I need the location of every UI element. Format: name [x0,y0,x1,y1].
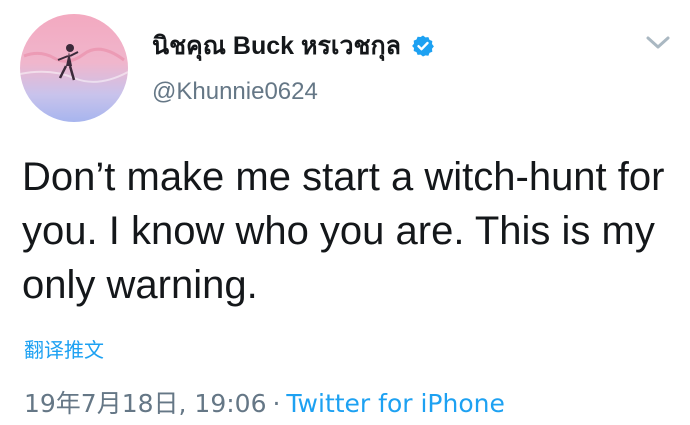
tweet-text: Don’t make me start a witch-hunt for you… [22,155,665,307]
author-header[interactable]: นิชคุณ Buck หรเวชกุล [152,28,435,64]
avatar-image [20,44,128,83]
display-name[interactable]: นิชคุณ Buck หรเวชกุล [152,26,401,66]
chevron-down-icon[interactable] [645,34,671,52]
tweet-meta: 19年7月18日, 19:06 · Twitter for iPhone [24,384,505,420]
source-link[interactable]: Twitter for iPhone [286,389,504,418]
user-handle[interactable]: @Khunnie0624 [152,78,318,106]
timestamp[interactable]: 19年7月18日, 19:06 [24,389,266,418]
avatar[interactable] [20,14,128,122]
meta-separator: · [272,389,281,418]
translate-tweet-link[interactable]: 翻译推文 [24,334,104,363]
verified-badge-icon [412,35,434,57]
